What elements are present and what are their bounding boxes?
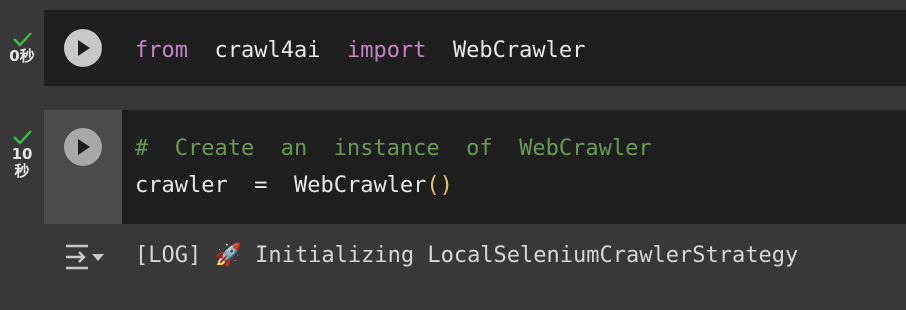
- code-cell[interactable]: # Create an instance of WebCrawler crawl…: [44, 110, 906, 224]
- keyword: import: [346, 38, 427, 63]
- code-editor[interactable]: # Create an instance of WebCrawler crawl…: [135, 130, 652, 204]
- run-cell-button[interactable]: [64, 128, 102, 166]
- function-call: WebCrawler: [293, 173, 427, 198]
- assign-operator: =: [254, 173, 268, 198]
- check-icon: [13, 32, 32, 47]
- cell-status: 0秒: [0, 30, 44, 65]
- cell-output: [LOG] 🚀 Initializing LocalSeleniumCrawle…: [44, 224, 906, 292]
- class-name: WebCrawler: [452, 38, 586, 63]
- execution-time-unit: 秒: [14, 162, 30, 180]
- code-editor[interactable]: from crawl4ai import WebCrawler: [135, 32, 585, 69]
- execution-time: 0秒: [9, 47, 35, 65]
- cell-status: 10 秒: [0, 128, 44, 180]
- output-menu-icon[interactable]: [64, 240, 108, 274]
- check-icon: [13, 130, 32, 145]
- play-icon: [78, 40, 90, 56]
- call-parens: (): [426, 173, 453, 198]
- variable-name: crawler: [135, 173, 228, 198]
- code-comment: # Create an instance of WebCrawler: [135, 136, 652, 161]
- module-name: crawl4ai: [214, 38, 321, 63]
- execution-time-value: 10: [11, 145, 33, 163]
- output-text: [LOG] 🚀 Initializing LocalSeleniumCrawle…: [135, 237, 798, 274]
- keyword: from: [135, 38, 188, 63]
- play-icon: [78, 139, 90, 155]
- log-prefix: [LOG]: [135, 243, 202, 268]
- rocket-icon: 🚀: [214, 243, 242, 268]
- log-message: Initializing LocalSeleniumCrawlerStrateg…: [255, 243, 799, 268]
- code-cell[interactable]: from crawl4ai import WebCrawler: [44, 10, 906, 86]
- run-cell-button[interactable]: [64, 29, 102, 67]
